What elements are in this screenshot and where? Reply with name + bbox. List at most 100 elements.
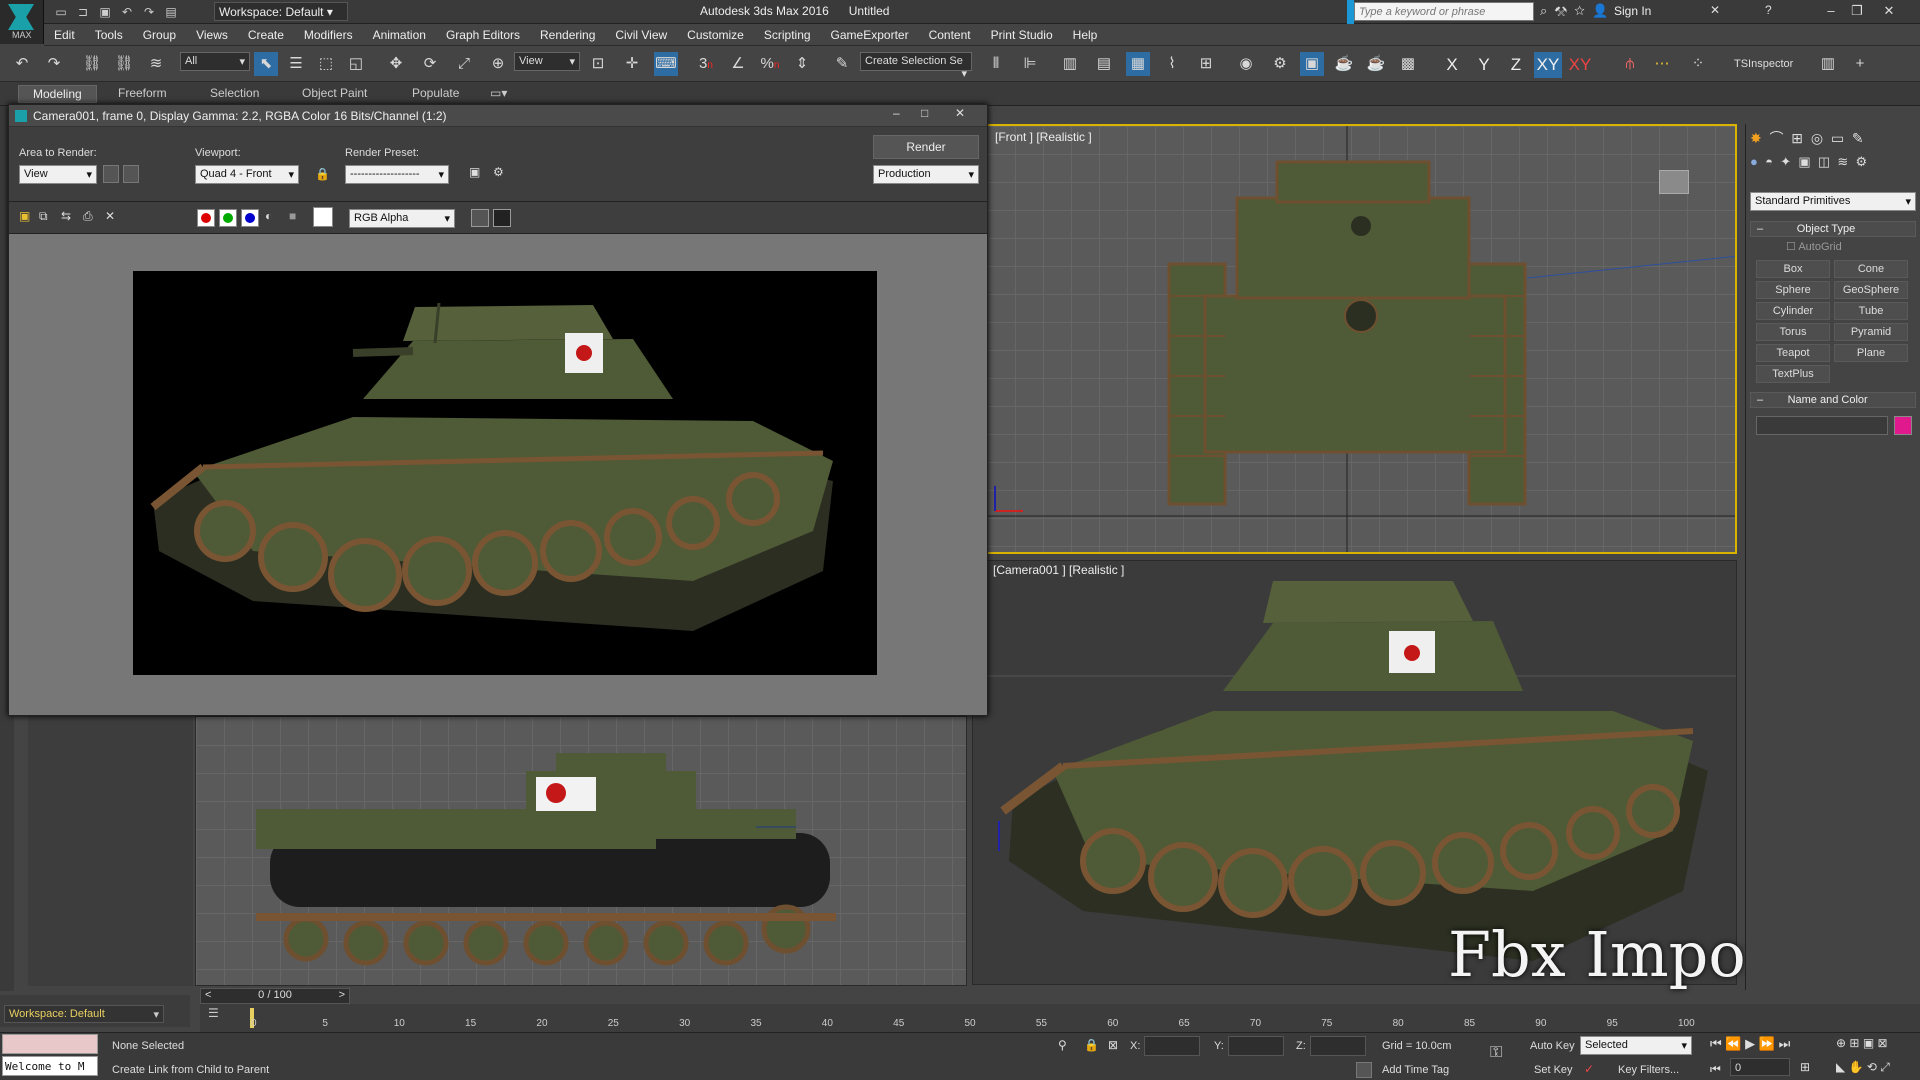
red-channel-toggle[interactable] [197,209,215,227]
create-tab-icon[interactable]: ✸ [1750,130,1762,146]
viewport-camera-label[interactable]: [Camera001 ] [Realistic ] [993,563,1124,577]
area-to-render-dropdown[interactable]: View ▾ [19,165,97,184]
menu-modifiers[interactable]: Modifiers [294,24,363,46]
textplus-button[interactable]: TextPlus [1756,365,1830,383]
menu-print-studio[interactable]: Print Studio [981,24,1063,46]
brace-icon[interactable]: ⫛ [1618,52,1642,76]
cameras-icon[interactable]: ▣ [1798,154,1810,169]
render-iterative-icon[interactable]: ☕ [1364,52,1388,76]
help-icon[interactable]: ? [1765,3,1772,17]
rotate-icon[interactable]: ⟳ [418,52,442,76]
x-coordinate-field[interactable] [1144,1036,1200,1056]
zoom-extents-icon[interactable]: ▣ [1863,1036,1874,1050]
menu-views[interactable]: Views [186,24,238,46]
key-mode-dropdown[interactable]: Selected ▾ [1580,1036,1692,1055]
clone-window-icon[interactable]: ⇆ [61,209,71,223]
systems-icon[interactable]: ⚙ [1856,154,1868,169]
scene-explorer-icon[interactable]: ▤ [1092,52,1116,76]
edit-region-icon[interactable] [103,165,119,183]
plane-button[interactable]: Plane [1834,344,1908,362]
render-online-icon[interactable]: ▩ [1396,52,1420,76]
pivot-center-icon[interactable]: ⊡ [586,52,610,76]
menu-create[interactable]: Create [238,24,294,46]
tab-freeform[interactable]: Freeform [118,86,167,100]
select-object-icon[interactable]: ⬉ [254,52,278,76]
keyboard-shortcut-icon[interactable]: ⌨ [654,52,678,76]
rect-selection-icon[interactable]: ⬚ [314,52,338,76]
scene-explorer-panel[interactable] [28,716,193,986]
time-slider[interactable]: < 0 / 100 > [200,988,350,1004]
monochrome-icon[interactable]: ■ [289,209,296,223]
time-next-icon[interactable]: > [339,989,349,1001]
auto-region-icon[interactable] [123,165,139,183]
ruler-icon[interactable]: ⋯ [1650,52,1674,76]
app-logo[interactable]: MAX [0,0,44,44]
save-icon[interactable]: ▣ [97,4,113,20]
workspace-selector[interactable]: Workspace: Default ▾ [4,1005,164,1023]
isolate-icon[interactable]: ⚲ [1058,1038,1067,1052]
lights-icon[interactable]: ✦ [1780,154,1791,169]
viewcube[interactable] [1659,170,1689,194]
spacewarps-icon[interactable]: ≋ [1837,154,1848,169]
comm-center-icon[interactable]: ⚒ [1555,3,1568,18]
open-file-icon[interactable]: ⊐ [75,4,91,20]
select-by-name-icon[interactable]: ☰ [284,52,308,76]
menu-scripting[interactable]: Scripting [754,24,821,46]
sign-in-button[interactable]: Sign In [1614,4,1651,18]
undo-icon[interactable]: ↶ [119,4,135,20]
menu-gameexporter[interactable]: GameExporter [821,24,919,46]
time-tag-icon[interactable] [1356,1062,1372,1078]
modify-tab-icon[interactable]: ⌒ [1770,130,1784,146]
geosphere-button[interactable]: GeoSphere [1834,281,1908,299]
restore-button[interactable]: ❐ [1844,0,1870,22]
menu-graph-editors[interactable]: Graph Editors [436,24,530,46]
selection-lock-icon[interactable]: 🔒 [1084,1038,1099,1052]
zoom-extents-all-icon[interactable]: ⊠ [1878,1036,1888,1050]
channel-dropdown[interactable]: RGB Alpha ▾ [349,209,455,228]
spinner-snap-icon[interactable]: ⇕ [790,52,814,76]
teapot-button[interactable]: Teapot [1756,344,1830,362]
production-dropdown[interactable]: Production ▾ [873,165,979,184]
link-icon[interactable]: ⛓ [80,52,104,76]
utilities-tab-icon[interactable]: ✎ [1852,130,1864,146]
prev-frame-icon[interactable]: ⏪ [1725,1036,1741,1051]
percent-snap-icon[interactable]: %n [758,52,782,76]
name-color-rollout[interactable]: – Name and Color [1750,392,1916,408]
menu-tools[interactable]: Tools [85,24,133,46]
exchange-icon[interactable]: ✕ [1710,3,1720,17]
torus-button[interactable]: Torus [1756,323,1830,341]
menu-civil-view[interactable]: Civil View [605,24,677,46]
axis-xy-cycle-button[interactable]: XY [1566,52,1594,78]
orbit-icon[interactable]: ⟲ [1867,1060,1877,1074]
cylinder-button[interactable]: Cylinder [1756,302,1830,320]
box-button[interactable]: Box [1756,260,1830,278]
close-button[interactable]: ✕ [1876,0,1902,22]
tab-populate[interactable]: Populate [412,86,459,100]
auto-key-button[interactable]: Auto Key [1530,1040,1575,1052]
sphere-button[interactable]: Sphere [1756,281,1830,299]
save-image-icon[interactable]: ▣ [19,209,30,223]
favorites-star-icon[interactable]: ☆ [1574,3,1585,18]
panel-toggle-icon[interactable] [493,209,511,227]
swatch[interactable] [313,207,333,227]
menu-content[interactable]: Content [919,24,981,46]
key-mode-icon[interactable]: ⏮ [1710,1062,1721,1077]
workspace-dropdown[interactable]: Workspace: Default ▾ [214,2,348,21]
mini-curve-icon[interactable]: ☰ [208,1006,228,1022]
axis-xy-button[interactable]: XY [1534,52,1562,78]
object-color-swatch[interactable] [1894,416,1912,435]
render-preset-dropdown[interactable]: ------------------- ▾ [345,165,449,184]
rendered-frame-window-icon[interactable]: ▣ [1300,52,1324,76]
display-toggle-icon[interactable] [471,209,489,227]
current-frame-field[interactable]: 0 [1730,1058,1790,1076]
menu-animation[interactable]: Animation [363,24,436,46]
rendered-frame-window[interactable]: Camera001, frame 0, Display Gamma: 2.2, … [8,104,988,716]
snaps-toggle-icon[interactable]: 3n [694,52,718,76]
redo-icon[interactable]: ↷ [42,52,66,76]
render-setup-icon[interactable]: ▣ [469,165,480,179]
selection-filter-dropdown[interactable]: All ▾ [180,52,250,71]
key-filters-button[interactable]: Key Filters... [1618,1064,1679,1076]
ts-inspector-button[interactable]: TSInspector [1734,58,1793,70]
minimize-button[interactable]: – [1818,0,1844,22]
render-maximize-button[interactable]: □ [921,106,928,120]
